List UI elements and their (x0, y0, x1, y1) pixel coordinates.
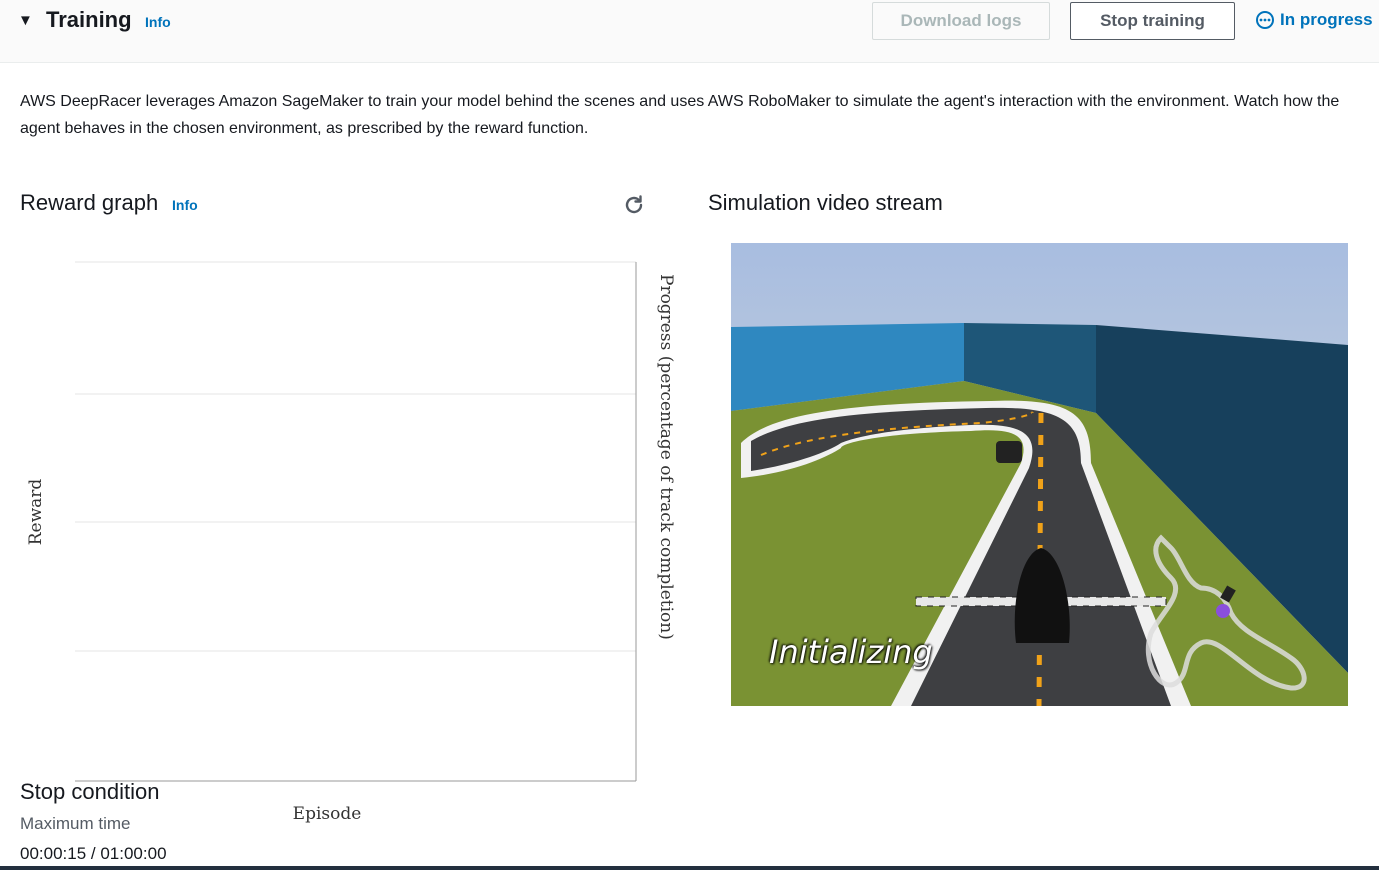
training-info-link[interactable]: Info (145, 14, 171, 30)
training-description: AWS DeepRacer leverages Amazon SageMaker… (20, 93, 1340, 137)
simulation-video[interactable]: Initializing (731, 243, 1348, 706)
refresh-icon[interactable] (622, 193, 646, 217)
reward-graph-title: Reward graph (20, 190, 159, 215)
x-axis-label: Episode (293, 804, 362, 824)
reward-graph-info-link[interactable]: Info (172, 197, 198, 213)
y2-axis-label: Progress (percentage of track completion… (656, 274, 676, 640)
caret-down-icon[interactable]: ▼ (18, 12, 33, 29)
in-progress-icon (1256, 11, 1274, 29)
section-title[interactable]: Training (46, 7, 132, 33)
download-logs-button[interactable]: Download logs (872, 2, 1050, 40)
training-section-header: ▼ Training Info Download logs Stop train… (0, 0, 1379, 63)
y-axis-label: Reward (26, 479, 46, 546)
simulation-title: Simulation video stream (708, 190, 943, 215)
bottom-bar (0, 866, 1379, 870)
stop-condition-label: Maximum time (20, 814, 131, 833)
video-overlay-text: Initializing (769, 633, 933, 671)
status-indicator: In progress (1255, 10, 1373, 30)
stop-condition-title: Stop condition (20, 779, 160, 804)
reward-graph-chart: Reward Progress (percentage of track com… (26, 261, 676, 824)
stop-condition-value: 00:00:15 / 01:00:00 (20, 844, 167, 863)
status-label: In progress (1280, 10, 1373, 29)
stop-training-button[interactable]: Stop training (1070, 2, 1235, 40)
